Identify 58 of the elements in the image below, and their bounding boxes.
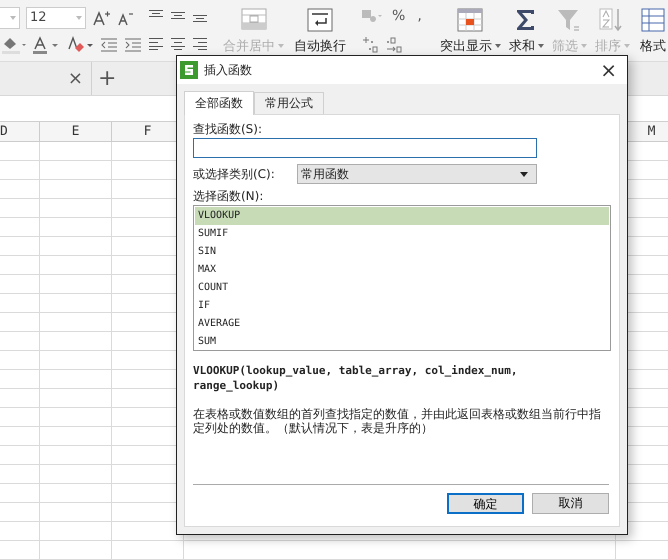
align-top-icon <box>148 10 164 17</box>
font-color-icon <box>32 36 60 54</box>
tab[interactable]: 常用公式 <box>254 92 324 114</box>
dropdown-arrow-icon <box>520 172 528 176</box>
align-middle-icon <box>170 12 186 19</box>
function-list-item[interactable]: IF <box>195 297 609 315</box>
number-format-button[interactable]: , <box>414 8 425 24</box>
align-left-icon <box>148 38 164 50</box>
column-header[interactable]: D <box>0 122 40 141</box>
wrap-text-icon <box>305 6 335 32</box>
decrease-decimal-icon <box>385 34 403 53</box>
field-label: 查找函数(S): <box>193 121 264 137</box>
caret-icon <box>624 44 630 48</box>
field-label: 或选择类别(C): <box>193 166 276 182</box>
increase-indent-icon <box>124 37 142 54</box>
function-syntax: VLOOKUP(lookup_value, table_array, col_index_num, range_lookup) <box>193 363 519 393</box>
font-size-field[interactable]: 12 <box>26 6 86 29</box>
caret-icon <box>76 16 82 20</box>
format-button[interactable]: 格式 <box>634 4 668 56</box>
merge-cells-icon <box>238 6 268 32</box>
category-dropdown[interactable]: 常用函数 <box>297 164 537 184</box>
font-name-field[interactable] <box>0 6 20 29</box>
function-list-item[interactable]: SUM <box>195 333 609 351</box>
function-list-item[interactable]: MAX <box>195 261 609 279</box>
highlight-rules-icon <box>455 6 486 32</box>
eraser-icon <box>66 36 94 54</box>
wrap-button[interactable]: 自动换行 <box>291 4 349 56</box>
close-tab-button[interactable]: × <box>68 68 83 89</box>
dialog-title: 插入函数 <box>204 62 253 78</box>
align-right-icon <box>192 38 208 50</box>
caret-icon <box>494 44 501 48</box>
number-format-button[interactable]: % <box>389 8 408 24</box>
function-list-item[interactable]: COUNT <box>195 279 609 297</box>
grow-font-icon <box>92 10 110 26</box>
function-list-item[interactable]: VLOOKUP <box>195 207 609 225</box>
function-list-item[interactable]: AVERAGE <box>195 315 609 333</box>
caret-icon <box>278 44 284 48</box>
app-logo-icon <box>180 61 198 79</box>
function-list-item[interactable]: SIN <box>195 243 609 261</box>
close-button[interactable]: × <box>596 58 621 82</box>
align-center-icon <box>170 38 186 50</box>
column-header[interactable]: E <box>40 122 112 141</box>
caret-icon <box>580 44 587 48</box>
field-label: 选择函数(N): <box>193 188 264 204</box>
currency-icon <box>361 8 383 24</box>
search-field[interactable] <box>193 138 537 158</box>
function-description: 在表格或数值数组的首列查找指定的数值，并由此返回表格或数组当前行中指定列处的数值。（默认情况下，表是升序的） <box>193 407 602 435</box>
increase-decimal-icon <box>361 34 379 53</box>
align-bottom-icon <box>192 14 208 22</box>
new-tab-button[interactable]: + <box>98 66 116 91</box>
document-tab[interactable]: × <box>0 62 92 95</box>
dialog-button[interactable]: 取消 <box>532 493 609 514</box>
function-list-item[interactable]: SUMIF <box>195 225 609 243</box>
dialog-button[interactable]: 确定 <box>447 493 524 514</box>
caret-icon <box>538 44 544 48</box>
tab[interactable]: 全部函数 <box>184 91 254 115</box>
decrease-indent-icon <box>100 37 118 54</box>
caret-icon <box>10 16 16 20</box>
